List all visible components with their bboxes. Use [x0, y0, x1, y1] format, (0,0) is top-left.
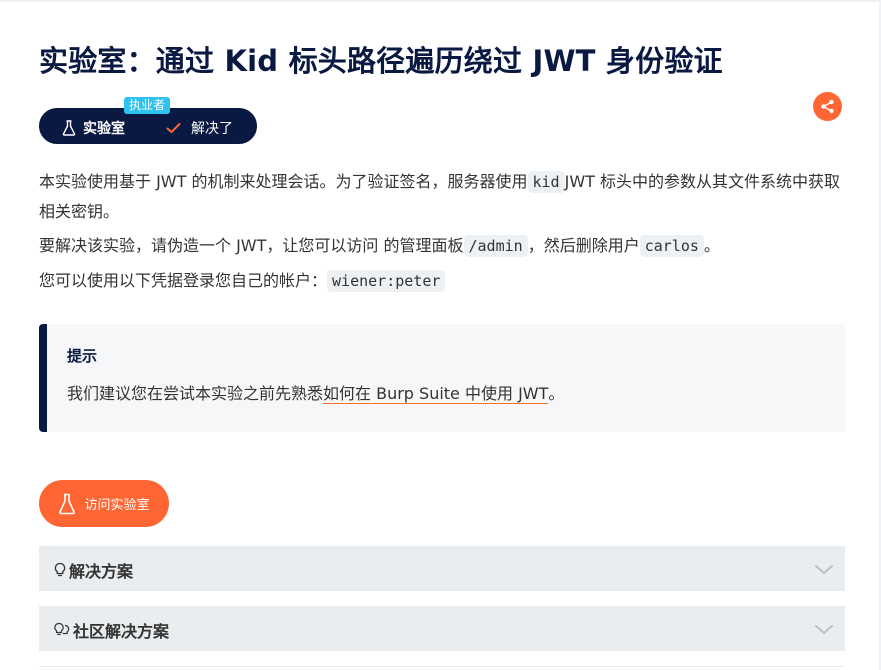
text: 。	[703, 236, 720, 255]
chevron-down-icon	[815, 625, 833, 634]
chevron-down-icon	[815, 565, 833, 574]
access-lab-button[interactable]: 访问实验室	[39, 480, 169, 527]
text: 要解决该实验，请伪造一个 JWT，让您可以访问 的管理面板	[39, 236, 464, 255]
access-lab-label: 访问实验室	[84, 498, 150, 513]
lab-label: 实验室	[62, 118, 125, 138]
lightbulbs-icon	[54, 622, 70, 636]
text: 您可以使用以下凭据登录您自己的帐户：	[39, 271, 328, 290]
flask-icon	[59, 493, 76, 514]
jwt-guide-link[interactable]: 如何在 Burp Suite 中使用 JWT	[323, 384, 549, 404]
text: ，然后删除用户	[527, 236, 640, 255]
community-solutions-accordion-label: 社区解决方案	[53, 618, 169, 642]
flask-icon	[62, 120, 76, 136]
page-title: 实验室：通过 Kid 标头路径遍历绕过 JWT 身份验证	[39, 44, 723, 78]
code-kid: kid	[527, 171, 565, 193]
description-paragraph-3: 您可以使用以下凭据登录您自己的帐户： wiener:peter	[39, 266, 845, 296]
top-divider	[0, 0, 881, 2]
community-solutions-label-text: 社区解决方案	[73, 622, 170, 641]
description-paragraph-2: 要解决该实验，请伪造一个 JWT，让您可以访问 的管理面板/admin ，然后删除…	[39, 231, 845, 261]
solved-label: 解决了	[166, 118, 233, 138]
lab-label-text: 实验室	[83, 121, 125, 137]
hint-box: 提示 我们建议您在尝试本实验之前先熟悉如何在 Burp Suite 中使用 JW…	[39, 324, 845, 432]
lab-status-widget: 执业者 实验室 解决了	[39, 97, 257, 144]
solved-label-text: 解决了	[191, 121, 233, 137]
solution-accordion-label: 解决方案	[53, 558, 133, 582]
description-paragraph-1: 本实验使用基于 JWT 的机制来处理会话。为了验证签名，服务器使用 kid JWT …	[39, 167, 845, 226]
community-solutions-accordion[interactable]: 社区解决方案	[39, 606, 845, 651]
share-button[interactable]	[813, 92, 842, 121]
text: 。	[548, 384, 565, 403]
text: 本实验使用基于 JWT 的机制来处理会话。为了验证签名，服务器使用	[39, 172, 528, 191]
level-badge: 执业者	[124, 97, 171, 114]
code-credentials: wiener:peter	[327, 270, 446, 292]
solution-label-text: 解决方案	[69, 562, 134, 581]
hint-body: 我们建议您在尝试本实验之前先熟悉如何在 Burp Suite 中使用 JWT。	[67, 380, 564, 404]
bottom-divider	[39, 666, 845, 667]
hint-title: 提示	[67, 347, 98, 365]
code-username: carlos	[639, 235, 704, 257]
code-admin-path: /admin	[463, 235, 528, 257]
share-icon	[821, 99, 834, 114]
text: 我们建议您在尝试本实验之前先熟悉	[67, 384, 324, 403]
solution-accordion[interactable]: 解决方案	[39, 546, 845, 591]
lightbulb-icon	[54, 562, 66, 577]
checkmark-icon	[166, 123, 181, 133]
